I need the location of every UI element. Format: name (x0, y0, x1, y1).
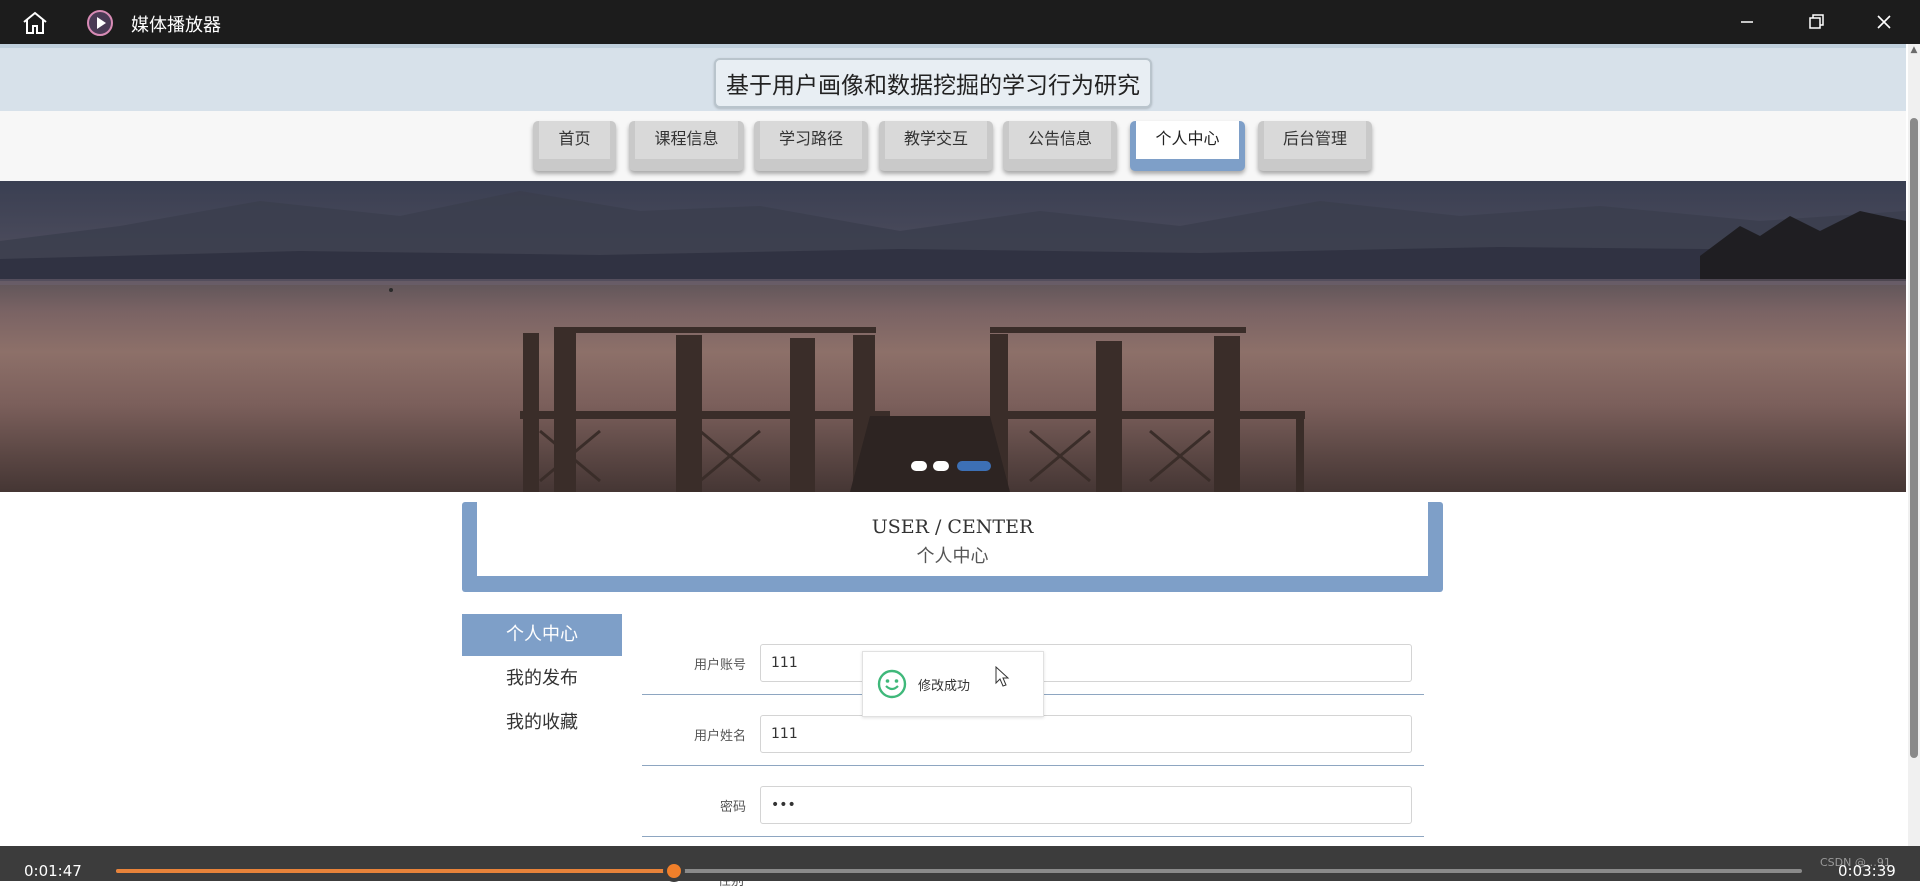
side-item-my-favorites[interactable]: 我的收藏 (462, 702, 622, 744)
name-label: 用户姓名 (693, 729, 746, 744)
nav-item-home[interactable]: 首页 (533, 121, 616, 171)
nav-item-admin[interactable]: 后台管理 (1258, 121, 1372, 171)
form-row-password: 密码 ••• (642, 774, 1424, 837)
nav-item-user-center[interactable]: 个人中心 (1130, 121, 1245, 171)
main-nav: 首页 课程信息 学习路径 教学交互 公告信息 个人中心 后台管理 (0, 111, 1906, 181)
carousel-dot-2[interactable] (933, 461, 949, 471)
window-title: 媒体播放器 (131, 15, 221, 36)
nav-item-label: 教学交互 (885, 121, 987, 159)
toast-message: 修改成功 (918, 679, 971, 694)
nav-item-label: 课程信息 (635, 121, 738, 159)
seek-thumb[interactable] (663, 860, 686, 882)
carousel-dot-3[interactable] (957, 461, 991, 471)
nav-item-label: 后台管理 (1264, 121, 1366, 159)
password-label: 密码 (719, 800, 746, 815)
scroll-up-icon[interactable]: ▲ (1908, 44, 1920, 56)
nav-item-label: 个人中心 (1136, 121, 1239, 159)
smile-icon (877, 669, 907, 699)
media-controls: 0:01:47 CSDN @…91 0:03:39 (0, 846, 1920, 882)
carousel-indicators (911, 461, 991, 475)
section-title-cn: 个人中心 (916, 546, 989, 567)
account-input[interactable]: 111 (760, 644, 1412, 682)
seek-progress (116, 869, 675, 873)
nav-item-label: 首页 (539, 121, 610, 159)
current-time: 0:01:47 (24, 862, 82, 880)
seek-bar[interactable] (116, 869, 1802, 873)
nav-item-notices[interactable]: 公告信息 (1003, 121, 1117, 171)
close-icon[interactable] (1869, 8, 1899, 36)
banner-carousel[interactable] (0, 181, 1906, 492)
account-label: 用户账号 (693, 658, 746, 673)
total-time: 0:03:39 (1838, 862, 1896, 880)
nav-item-courses[interactable]: 课程信息 (629, 121, 744, 171)
success-toast: 修改成功 (862, 651, 1044, 717)
scroll-thumb[interactable] (1910, 118, 1918, 758)
nav-item-label: 公告信息 (1009, 121, 1111, 159)
minimize-icon[interactable] (1732, 8, 1762, 36)
media-player-icon (87, 10, 113, 36)
banner-image (0, 191, 1906, 492)
nav-item-learning-path[interactable]: 学习路径 (754, 121, 868, 171)
password-input[interactable]: ••• (760, 786, 1412, 824)
site-header: 基于用户画像和数据挖掘的学习行为研究 (0, 44, 1906, 111)
name-input[interactable]: 111 (760, 715, 1412, 753)
side-item-my-posts[interactable]: 我的发布 (462, 658, 622, 700)
nav-item-label: 学习路径 (760, 121, 862, 159)
section-title-en: USER / CENTER (871, 516, 1034, 538)
site-title: 基于用户画像和数据挖掘的学习行为研究 (714, 58, 1152, 108)
home-icon[interactable] (20, 10, 50, 36)
nav-item-interaction[interactable]: 教学交互 (879, 121, 993, 171)
side-item-user-center[interactable]: 个人中心 (462, 614, 622, 656)
window-titlebar: 媒体播放器 (0, 0, 1920, 44)
restore-icon[interactable] (1801, 8, 1831, 36)
section-heading: USER / CENTER 个人中心 (462, 502, 1443, 592)
carousel-dot-1[interactable] (911, 461, 927, 471)
mouse-cursor-icon (995, 666, 1010, 687)
